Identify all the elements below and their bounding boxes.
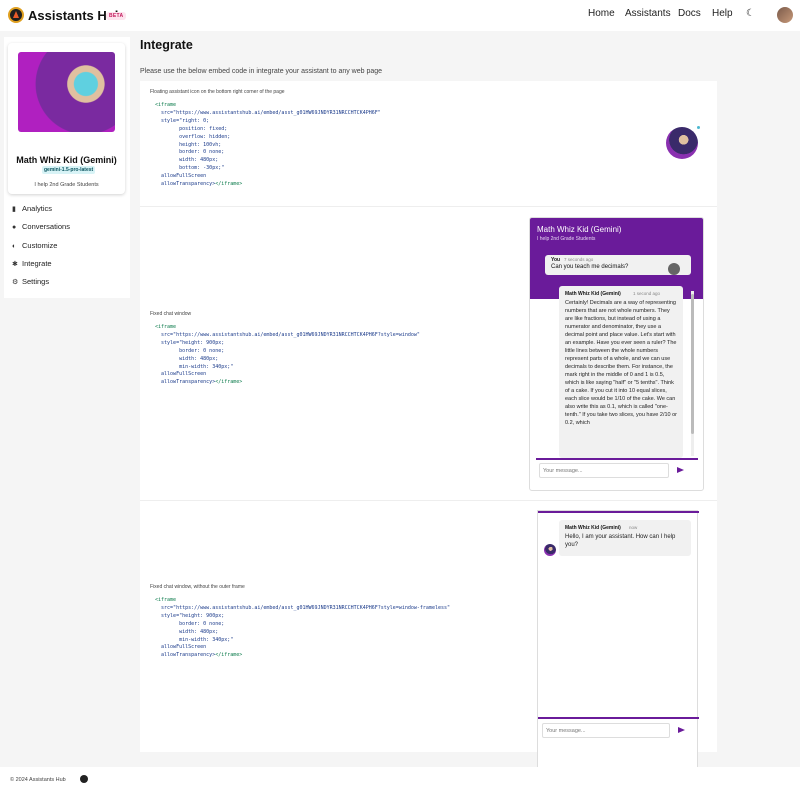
- code-line: allowTransparency></iframe>: [155, 652, 243, 659]
- code-line: min-width: 340px;": [155, 636, 234, 643]
- message-input[interactable]: Your message...: [539, 463, 669, 478]
- code-line: border: 0 none;: [155, 347, 225, 354]
- chat-title: Math Whiz Kid (Gemini): [537, 225, 622, 234]
- floating-assistant-avatar[interactable]: [666, 127, 698, 159]
- sidebar-item-analytics[interactable]: ▮ Analytics: [12, 204, 52, 213]
- send-icon[interactable]: [677, 467, 684, 473]
- assistant-description: I help 2nd Grade Students: [34, 182, 99, 188]
- code-line: <iframe: [155, 324, 177, 330]
- input-divider: [536, 458, 698, 460]
- accent-line: [538, 511, 699, 513]
- code-line: src="https://www.assistantshub.ai/embed/…: [155, 109, 381, 116]
- user-name: You: [551, 257, 561, 263]
- code-line: overflow: hidden;: [155, 133, 231, 140]
- bot-message-bubble: Math Whiz Kid (Gemini) now Hello, I am y…: [559, 520, 691, 556]
- user-avatar-icon: [668, 263, 680, 275]
- model-badge: gemini-1.5-pro-latest: [42, 166, 96, 174]
- sidebar-item-conversations[interactable]: ● Conversations: [12, 222, 70, 231]
- user-message-time: 7 seconds ago: [564, 257, 594, 262]
- code-line: allowFullScreen: [155, 371, 207, 378]
- code-line: border: 0 none;: [155, 620, 225, 627]
- bot-message-text: Certainly! Decimals are a way of represe…: [565, 300, 678, 426]
- gear-icon: ⚙: [12, 279, 19, 286]
- code-line: width: 480px;: [155, 157, 219, 164]
- code-line: width: 480px;: [155, 355, 219, 362]
- beta-badge: BETA: [106, 12, 127, 20]
- input-divider: [538, 717, 699, 719]
- sidebar: Math Whiz Kid (Gemini) gemini-1.5-pro-la…: [4, 37, 130, 298]
- user-avatar[interactable]: [777, 7, 793, 23]
- sidebar-item-customize[interactable]: ◐ Customize: [12, 241, 57, 250]
- frameless-chat-preview: Math Whiz Kid (Gemini) now Hello, I am y…: [537, 510, 699, 794]
- embed-panel: Floating assistant icon on the bottom ri…: [140, 81, 717, 794]
- sidebar-item-settings[interactable]: ⚙ Settings: [12, 277, 49, 286]
- assistant-profile-card: Math Whiz Kid (Gemini) gemini-1.5-pro-la…: [8, 43, 125, 194]
- nav-docs[interactable]: Docs: [678, 8, 701, 19]
- code-block-fixed-window[interactable]: <iframe src="https://www.assistantshub.a…: [155, 324, 420, 387]
- chat-bubbles-icon: ●: [12, 224, 17, 231]
- section-caption-floating: Floating assistant icon on the bottom ri…: [150, 89, 285, 95]
- code-line: bottom: -30px;": [155, 165, 225, 172]
- bot-message-time: 1 second ago: [633, 291, 661, 296]
- message-input[interactable]: Your message...: [542, 723, 670, 738]
- moon-icon[interactable]: ☾: [746, 8, 755, 19]
- assistant-name: Math Whiz Kid (Gemini): [16, 155, 117, 165]
- assistant-avatar-image: [18, 52, 115, 132]
- chat-window-preview: Math Whiz Kid (Gemini) I help 2nd Grade …: [529, 217, 704, 491]
- code-line: border: 0 none;: [155, 149, 225, 156]
- sidebar-item-integrate[interactable]: ✱ Integrate: [12, 259, 52, 268]
- code-line: style="right: 0;: [155, 117, 210, 124]
- code-line: <iframe: [155, 597, 177, 603]
- code-line: height: 100vh;: [155, 141, 222, 148]
- bot-name: Math Whiz Kid (Gemini): [565, 291, 621, 297]
- copyright: © 2024 Assistants Hub: [10, 777, 66, 783]
- bar-chart-icon: ▮: [12, 206, 16, 213]
- code-line: src="https://www.assistantshub.ai/embed/…: [155, 604, 451, 611]
- code-block-floating[interactable]: <iframe src="https://www.assistantshub.a…: [155, 102, 381, 189]
- scrollbar-thumb[interactable]: [691, 294, 694, 434]
- page-title: Integrate: [140, 38, 193, 52]
- section-divider: [140, 206, 717, 207]
- palette-icon: ◐: [12, 243, 17, 250]
- code-line: <iframe: [155, 102, 177, 108]
- nav-assistants[interactable]: Assistants: [625, 8, 671, 19]
- page-subtitle: Please use the below embed code in integ…: [140, 68, 383, 75]
- github-icon[interactable]: [80, 775, 88, 783]
- code-line: style="height: 900px;: [155, 339, 225, 346]
- code-line: position: fixed;: [155, 125, 228, 132]
- code-line: min-width: 340px;": [155, 363, 234, 370]
- code-block-frameless[interactable]: <iframe src="https://www.assistantshub.a…: [155, 597, 450, 660]
- top-navbar: Assistants Hub BETA Home Assistants Docs…: [0, 0, 800, 31]
- code-line: allowTransparency></iframe>: [155, 379, 243, 386]
- footer: © 2024 Assistants Hub: [0, 767, 800, 794]
- send-icon[interactable]: [678, 727, 685, 733]
- bot-avatar: [544, 544, 556, 556]
- section-divider: [140, 500, 717, 501]
- bot-name: Math Whiz Kid (Gemini): [565, 525, 621, 531]
- code-line: allowTransparency></iframe>: [155, 181, 243, 188]
- code-line: width: 480px;: [155, 628, 219, 635]
- bot-message-text: Hello, I am your assistant. How can I he…: [565, 534, 676, 548]
- bot-message-time: now: [629, 525, 638, 530]
- nav-help[interactable]: Help: [712, 8, 733, 19]
- code-line: style="height: 900px;: [155, 612, 225, 619]
- online-status-dot: [696, 125, 701, 130]
- code-line: src="https://www.assistantshub.ai/embed/…: [155, 331, 420, 338]
- section-caption-fixed-window: Fixed chat window: [150, 311, 192, 317]
- code-line: allowFullScreen: [155, 173, 207, 180]
- bot-message-bubble: Math Whiz Kid (Gemini) 1 second ago Cert…: [559, 286, 683, 458]
- user-message-text: Can you teach me decimals?: [551, 264, 629, 270]
- code-line: allowFullScreen: [155, 644, 207, 651]
- logo-icon[interactable]: [8, 7, 24, 23]
- puzzle-icon: ✱: [12, 261, 18, 268]
- nav-home[interactable]: Home: [588, 8, 615, 19]
- chat-subtitle: I help 2nd Grade Students: [537, 236, 596, 242]
- section-caption-frameless: Fixed chat window, without the outer fra…: [150, 584, 245, 590]
